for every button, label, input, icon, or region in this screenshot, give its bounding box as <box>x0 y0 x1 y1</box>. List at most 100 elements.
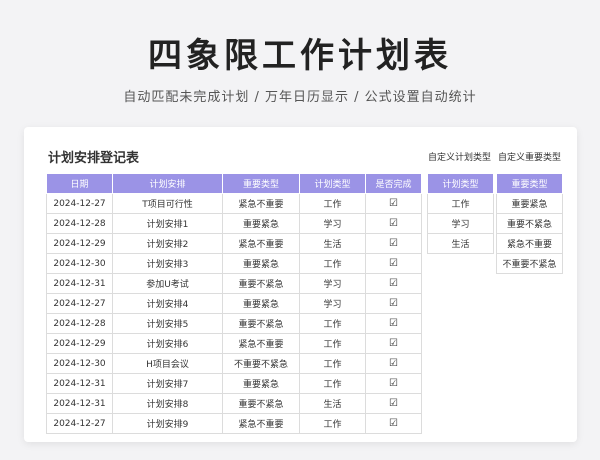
column-header-date[interactable]: 日期 <box>46 173 113 194</box>
plan-type-cell[interactable]: 工作 <box>299 373 366 394</box>
list-item[interactable]: 工作 <box>427 193 494 214</box>
date-cell[interactable]: 2024-12-31 <box>46 273 113 294</box>
page-title: 四象限工作计划表 <box>148 36 452 76</box>
table-row[interactable]: 2024-12-28 计划安排5 重要不紧急 工作 ☑ <box>46 313 422 334</box>
table-row[interactable]: 2024-12-31 计划安排7 重要紧急 工作 ☑ <box>46 373 422 394</box>
plan-type-item[interactable]: 学习 <box>427 213 494 234</box>
completed-checkbox[interactable]: ☑ <box>365 273 422 294</box>
plan-type-cell[interactable]: 学习 <box>299 293 366 314</box>
plan-cell[interactable]: 计划安排9 <box>112 413 223 434</box>
plan-cell[interactable]: 计划安排7 <box>112 373 223 394</box>
column-header-plan-type[interactable]: 计划类型 <box>299 173 366 194</box>
importance-cell[interactable]: 重要紧急 <box>222 213 300 234</box>
importance-cell[interactable]: 重要紧急 <box>222 373 300 394</box>
page-subtitle: 自动匹配未完成计划 / 万年日历显示 / 公式设置自动统计 <box>123 90 477 105</box>
plan-cell[interactable]: 计划安排6 <box>112 333 223 354</box>
list-item[interactable]: 不重要不紧急 <box>496 253 563 274</box>
importance-type-item[interactable]: 紧急不重要 <box>496 233 563 254</box>
plan-cell[interactable]: 参加U考试 <box>112 273 223 294</box>
custom-plan-type-label: 自定义计划类型 <box>428 153 492 163</box>
completed-checkbox[interactable]: ☑ <box>365 373 422 394</box>
importance-cell[interactable]: 紧急不重要 <box>222 413 300 434</box>
completed-checkbox[interactable]: ☑ <box>365 213 422 234</box>
importance-cell[interactable]: 重要紧急 <box>222 253 300 274</box>
date-cell[interactable]: 2024-12-30 <box>46 253 113 274</box>
plan-type-table: 计划类型 工作 学习 生活 <box>427 173 494 254</box>
completed-checkbox[interactable]: ☑ <box>365 393 422 414</box>
column-header-plan[interactable]: 计划安排 <box>112 173 223 194</box>
plan-registration-card: 计划安排登记表 自定义计划类型 自定义重要类型 日期 计划安排 重要类型 计划类… <box>24 127 577 442</box>
date-cell[interactable]: 2024-12-27 <box>46 293 113 314</box>
plan-cell[interactable]: 计划安排2 <box>112 233 223 254</box>
plan-table-body: 2024-12-27 T项目可行性 紧急不重要 工作 ☑ 2024-12-28 计划安排1 重… <box>46 193 422 434</box>
plan-type-cell[interactable]: 工作 <box>299 333 366 354</box>
importance-cell[interactable]: 重要紧急 <box>222 293 300 314</box>
completed-checkbox[interactable]: ☑ <box>365 313 422 334</box>
date-cell[interactable]: 2024-12-28 <box>46 313 113 334</box>
table-row[interactable]: 2024-12-31 计划安排8 重要不紧急 生活 ☑ <box>46 393 422 414</box>
plan-type-cell[interactable]: 学习 <box>299 273 366 294</box>
completed-checkbox[interactable]: ☑ <box>365 233 422 254</box>
plan-type-cell[interactable]: 工作 <box>299 313 366 334</box>
plan-cell[interactable]: 计划安排3 <box>112 253 223 274</box>
plan-type-cell[interactable]: 生活 <box>299 233 366 254</box>
completed-checkbox[interactable]: ☑ <box>365 193 422 214</box>
plan-type-cell[interactable]: 生活 <box>299 393 366 414</box>
table-row[interactable]: 2024-12-30 H项目会议 不重要不紧急 工作 ☑ <box>46 353 422 374</box>
column-header-importance[interactable]: 重要类型 <box>222 173 300 194</box>
table-row[interactable]: 2024-12-27 计划安排9 紧急不重要 工作 ☑ <box>46 413 422 434</box>
completed-checkbox[interactable]: ☑ <box>365 253 422 274</box>
list-item[interactable]: 生活 <box>427 233 494 254</box>
table-row[interactable]: 2024-12-28 计划安排1 重要紧急 学习 ☑ <box>46 213 422 234</box>
plan-cell[interactable]: 计划安排4 <box>112 293 223 314</box>
plan-type-cell[interactable]: 学习 <box>299 213 366 234</box>
date-cell[interactable]: 2024-12-31 <box>46 373 113 394</box>
list-item[interactable]: 学习 <box>427 213 494 234</box>
plan-cell[interactable]: 计划安排5 <box>112 313 223 334</box>
importance-cell[interactable]: 重要不紧急 <box>222 393 300 414</box>
importance-type-item[interactable]: 重要紧急 <box>496 193 563 214</box>
date-cell[interactable]: 2024-12-30 <box>46 353 113 374</box>
plan-type-cell[interactable]: 工作 <box>299 353 366 374</box>
list-item[interactable]: 重要紧急 <box>496 193 563 214</box>
date-cell[interactable]: 2024-12-29 <box>46 333 113 354</box>
importance-cell[interactable]: 重要不紧急 <box>222 273 300 294</box>
date-cell[interactable]: 2024-12-29 <box>46 233 113 254</box>
plan-type-cell[interactable]: 工作 <box>299 193 366 214</box>
completed-checkbox[interactable]: ☑ <box>365 353 422 374</box>
table-row[interactable]: 2024-12-27 计划安排4 重要紧急 学习 ☑ <box>46 293 422 314</box>
plan-type-cell[interactable]: 工作 <box>299 253 366 274</box>
table-row[interactable]: 2024-12-30 计划安排3 重要紧急 工作 ☑ <box>46 253 422 274</box>
completed-checkbox[interactable]: ☑ <box>365 293 422 314</box>
date-cell[interactable]: 2024-12-27 <box>46 193 113 214</box>
plan-type-item[interactable]: 工作 <box>427 193 494 214</box>
plan-type-header[interactable]: 计划类型 <box>427 173 494 194</box>
importance-cell[interactable]: 紧急不重要 <box>222 193 300 214</box>
plan-cell[interactable]: T项目可行性 <box>112 193 223 214</box>
table-row[interactable]: 2024-12-29 计划安排2 紧急不重要 生活 ☑ <box>46 233 422 254</box>
table-row[interactable]: 2024-12-27 T项目可行性 紧急不重要 工作 ☑ <box>46 193 422 214</box>
date-cell[interactable]: 2024-12-28 <box>46 213 113 234</box>
list-item[interactable]: 重要不紧急 <box>496 213 563 234</box>
importance-cell[interactable]: 不重要不紧急 <box>222 353 300 374</box>
plan-type-item[interactable]: 生活 <box>427 233 494 254</box>
table-row[interactable]: 2024-12-31 参加U考试 重要不紧急 学习 ☑ <box>46 273 422 294</box>
plan-type-table-body: 工作 学习 生活 <box>427 193 494 254</box>
importance-type-header[interactable]: 重要类型 <box>496 173 563 194</box>
importance-cell[interactable]: 重要不紧急 <box>222 313 300 334</box>
plan-cell[interactable]: 计划安排8 <box>112 393 223 414</box>
importance-type-item[interactable]: 重要不紧急 <box>496 213 563 234</box>
date-cell[interactable]: 2024-12-27 <box>46 413 113 434</box>
importance-type-item[interactable]: 不重要不紧急 <box>496 253 563 274</box>
list-item[interactable]: 紧急不重要 <box>496 233 563 254</box>
completed-checkbox[interactable]: ☑ <box>365 413 422 434</box>
completed-checkbox[interactable]: ☑ <box>365 333 422 354</box>
date-cell[interactable]: 2024-12-31 <box>46 393 113 414</box>
importance-cell[interactable]: 紧急不重要 <box>222 333 300 354</box>
plan-type-cell[interactable]: 工作 <box>299 413 366 434</box>
plan-cell[interactable]: H项目会议 <box>112 353 223 374</box>
column-header-completed[interactable]: 是否完成 <box>365 173 422 194</box>
plan-cell[interactable]: 计划安排1 <box>112 213 223 234</box>
table-row[interactable]: 2024-12-29 计划安排6 紧急不重要 工作 ☑ <box>46 333 422 354</box>
importance-cell[interactable]: 紧急不重要 <box>222 233 300 254</box>
